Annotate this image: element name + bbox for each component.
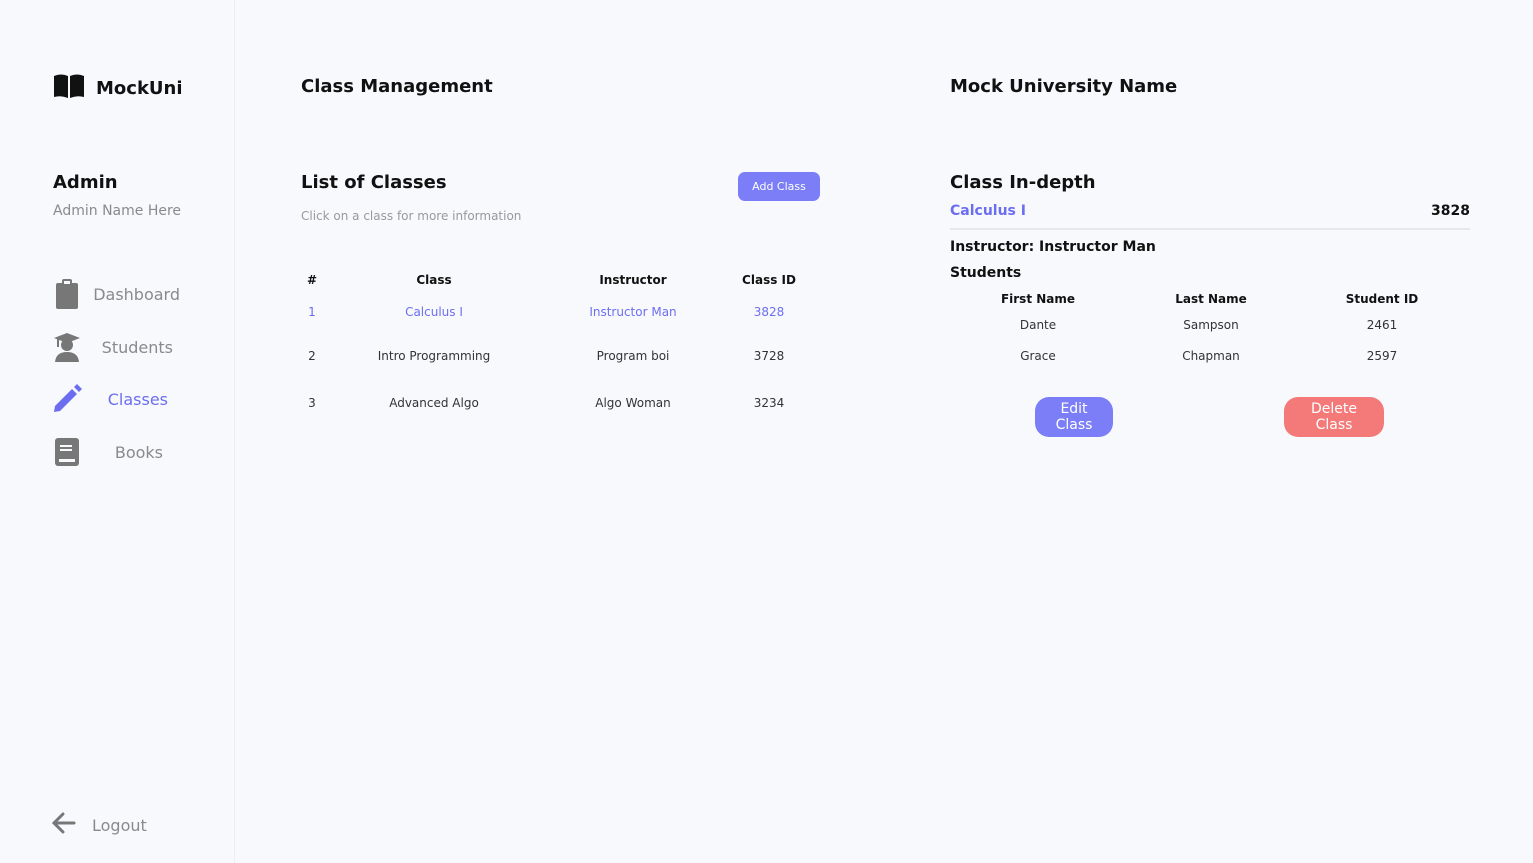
table-row[interactable]: 3 Advanced Algo Algo Woman 3234 [296,379,812,426]
table-row: Grace Chapman 2597 [950,340,1468,371]
edit-button-label-line1: Edit [1060,401,1088,417]
user-name: Admin Name Here [53,203,182,219]
student-id: 2597 [1366,348,1398,363]
column-header: Last Name [1175,292,1247,306]
instructor-name: Program boi [596,348,670,363]
brand[interactable]: MockUni [54,74,183,102]
hint-text: Click on a class for more information [301,209,522,223]
instructor-name: Instructor Man [589,305,677,319]
user-role: Admin [53,172,118,193]
students-table: First Name Last Name Student ID Dante Sa… [950,289,1468,371]
row-number: 1 [308,305,316,319]
class-id: 3828 [753,305,785,319]
detail-class-name: Calculus I [950,203,1026,219]
delete-button-label-line2: Class [1315,417,1353,433]
divider [950,228,1470,230]
class-name: Advanced Algo [389,395,479,410]
sidebar-item-dashboard[interactable]: Dashboard [52,276,222,312]
logout-button[interactable]: Logout [51,812,147,838]
logout-label: Logout [92,815,147,835]
student-id: 2461 [1366,317,1398,332]
table-row: Dante Sampson 2461 [950,309,1468,340]
column-header: # [306,273,318,287]
sidebar-item-label: Classes [107,389,168,409]
detail-class-id: 3828 [1431,203,1470,219]
sidebar-item-label: Dashboard [93,284,180,304]
classes-table: # Class Instructor Class ID 1 Calculus I… [296,268,812,426]
sidebar-item-classes[interactable]: Classes [52,381,222,417]
row-number: 3 [308,395,316,410]
edit-class-button[interactable]: Edit Class [1035,397,1113,437]
class-detail-panel: Mock University Name Class In-depth Calc… [884,0,1533,863]
row-number: 2 [308,348,316,363]
column-header: Class ID [742,273,796,287]
column-header: Class [416,273,452,287]
list-title: List of Classes [301,172,447,193]
class-id: 3234 [753,395,785,410]
table-row[interactable]: 1 Calculus I Instructor Man 3828 [296,292,812,332]
book-open-icon [54,74,84,102]
detail-title: Class In-depth [950,172,1096,193]
delete-button-label-line1: Delete [1311,401,1357,417]
sidebar-item-students[interactable]: Students [52,329,222,365]
student-last-name: Chapman [1182,348,1240,363]
table-row[interactable]: 2 Intro Programming Program boi 3728 [296,332,812,379]
column-header: First Name [1000,292,1076,306]
class-list-panel: Class Management List of Classes Add Cla… [236,0,882,863]
column-header: Student ID [1345,292,1419,306]
student-last-name: Sampson [1183,317,1239,332]
class-name: Intro Programming [377,348,491,363]
class-name: Calculus I [405,305,463,319]
delete-class-button[interactable]: Delete Class [1284,397,1384,437]
student-first-name: Grace [1020,348,1056,363]
sidebar-item-books[interactable]: Books [52,434,222,470]
detail-instructor: Instructor: Instructor Man [950,239,1156,255]
add-class-button[interactable]: Add Class [738,172,820,201]
students-title: Students [950,265,1022,281]
student-first-name: Dante [1019,317,1057,332]
class-id: 3728 [753,348,785,363]
university-name: Mock University Name [950,76,1178,97]
page-title: Class Management [301,76,493,97]
column-header: Instructor [599,273,667,287]
brand-name: MockUni [96,77,183,99]
sidebar: MockUni Admin Admin Name Here Dashboard … [0,0,235,863]
edit-button-label-line2: Class [1055,417,1093,433]
instructor-name: Algo Woman [595,395,671,410]
sidebar-item-label: Books [114,442,163,462]
arrow-left-icon [51,812,76,838]
sidebar-item-label: Students [101,337,173,357]
